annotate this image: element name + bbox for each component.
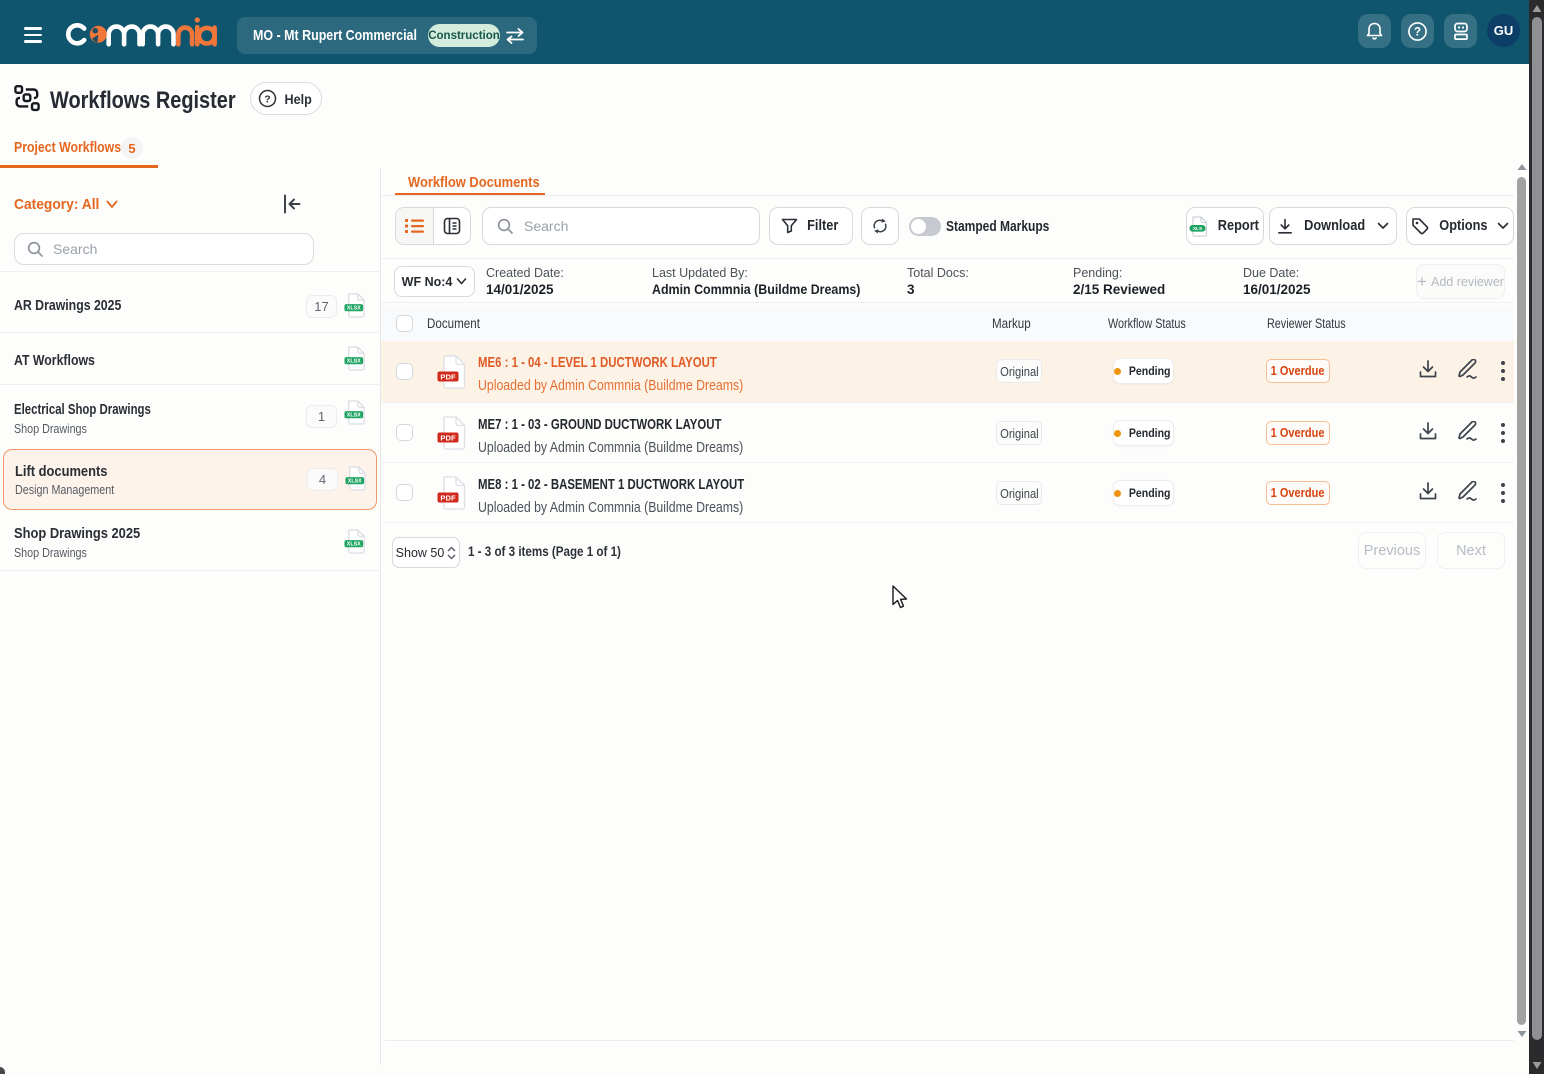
svg-text:XLSX: XLSX [347,413,361,419]
svg-text:XLSX: XLSX [348,479,362,485]
svg-text:PDF: PDF [440,493,456,502]
svg-text:?: ? [1414,26,1421,38]
svg-text:PDF: PDF [440,372,456,381]
svg-text:XLSX: XLSX [347,359,361,365]
svg-text:XLS: XLS [1192,226,1202,232]
svg-text:?: ? [265,93,271,105]
svg-text:XLSX: XLSX [347,542,361,548]
svg-text:XLSX: XLSX [347,306,361,312]
svg-text:PDF: PDF [440,433,456,442]
